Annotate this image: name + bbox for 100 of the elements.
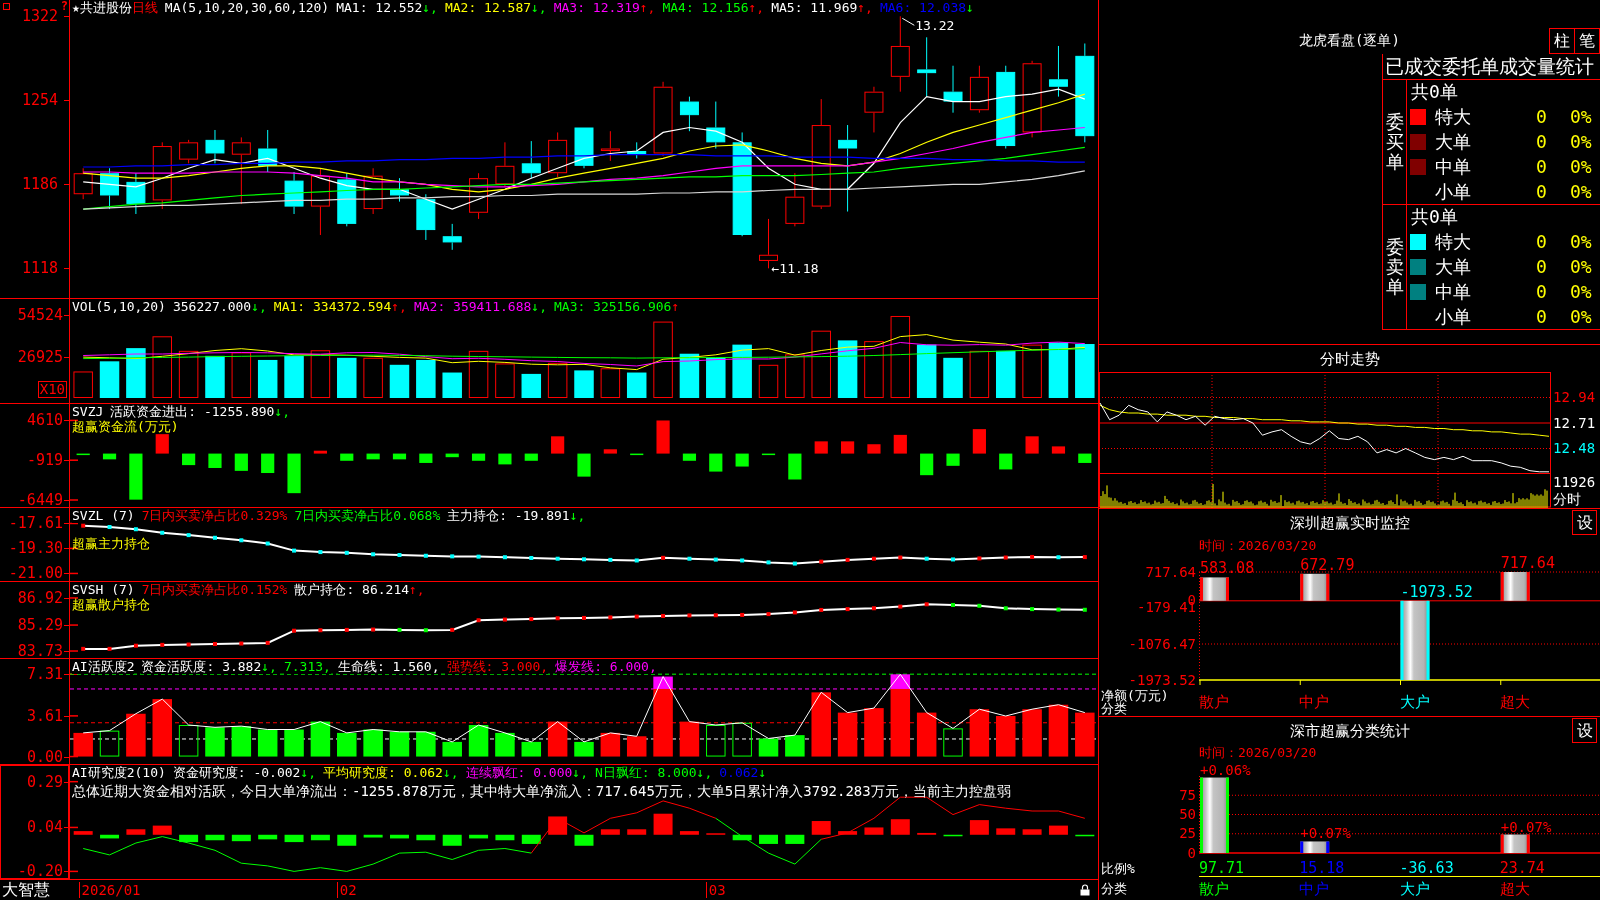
fund-flow-bar <box>287 453 301 494</box>
fund-flow-bar <box>999 453 1013 470</box>
order-count: 0 <box>1536 230 1547 253</box>
indicator-value: 资金研究度: -0.002 <box>172 765 301 780</box>
axis-label: 1254 <box>21 92 58 109</box>
brand-name: 大智慧 <box>2 881 50 899</box>
indicator-value: 活跃资金进出: -1255.890 <box>110 404 275 419</box>
line-marker <box>634 558 639 563</box>
candle <box>495 141 515 188</box>
date-label: 02 <box>336 882 357 898</box>
line-marker <box>318 550 323 555</box>
candle <box>442 223 462 251</box>
line-marker <box>529 555 534 560</box>
line-marker <box>81 646 86 651</box>
fund-flow-bar <box>182 453 196 466</box>
activity-bar <box>284 729 304 757</box>
candle <box>574 127 594 169</box>
analysis-text: 总体近期大资金相对活跃，今日大单净流出：-1255.878万元，其中特大单净流入：717.645万元，大单5日累计净入3792.283万元，当前主力控盘弱 <box>72 782 1011 800</box>
line-marker <box>186 642 191 647</box>
category-label: 散户 <box>1199 694 1229 710</box>
research-bar <box>442 834 462 846</box>
research-bar <box>732 834 752 841</box>
line-marker <box>476 618 481 623</box>
panel-title: 分时走势 <box>1319 349 1380 368</box>
research-bar <box>838 831 858 835</box>
activity-bar <box>547 721 568 757</box>
line-marker <box>107 525 112 529</box>
activity-bar <box>73 732 93 757</box>
fund-flow-bar <box>735 453 749 467</box>
research-bar <box>126 829 146 835</box>
order-total: 共0单 <box>1410 80 1458 104</box>
research-bar <box>521 834 541 844</box>
axis-label: 86.92 <box>17 589 63 606</box>
settings-button[interactable]: 设 <box>1572 718 1597 743</box>
mode-button[interactable]: 柱 <box>1549 28 1575 54</box>
volume-bar <box>916 344 937 398</box>
order-percent: 0% <box>1570 155 1592 178</box>
volume-bar <box>337 357 357 398</box>
research-bar <box>653 813 673 835</box>
line-marker <box>661 555 666 560</box>
activity-bar <box>468 725 489 757</box>
research-bar <box>600 829 620 835</box>
activity-bar <box>600 732 621 757</box>
line-marker <box>212 535 217 540</box>
research-bar <box>969 820 989 835</box>
fund-flow-bar <box>129 453 143 500</box>
activity-bar <box>310 721 331 757</box>
order-count: 0 <box>1536 130 1547 153</box>
fund-flow-bar <box>920 453 934 476</box>
volume-bar <box>732 344 752 398</box>
activity-bar <box>389 731 410 757</box>
mode-button[interactable]: 笔 <box>1574 28 1600 54</box>
settings-button[interactable]: 设 <box>1572 510 1597 535</box>
fund-flow-bar <box>893 434 907 454</box>
fund-flow-bar <box>261 453 275 473</box>
line-marker <box>344 627 349 632</box>
axis-label: 26925 <box>17 349 63 366</box>
indicator-name: VOL(5,10,20) <box>72 299 166 314</box>
line-marker <box>133 527 138 532</box>
square-icon <box>3 3 10 10</box>
axis-label: -6449 <box>17 492 63 508</box>
axis-label: 75 <box>1179 787 1196 803</box>
order-percent: 0% <box>1570 130 1592 153</box>
indicator-value: 7.313, <box>283 659 331 674</box>
axis-label: 3.61 <box>26 707 63 724</box>
axis-label: 1186 <box>21 176 58 193</box>
activity-bar <box>626 736 647 757</box>
indicator-value: MA(5,10,20,30,60,120) <box>164 0 330 15</box>
category-label: 大户 <box>1399 880 1430 897</box>
volume-bar <box>284 355 304 398</box>
fund-flow-bar <box>682 453 697 461</box>
category-label: 中户 <box>1299 880 1330 897</box>
volume-bar <box>416 359 436 398</box>
indicator-value: MA5: 11.969 <box>771 0 858 15</box>
line-marker <box>1082 555 1087 560</box>
order-count: 0 <box>1536 255 1547 278</box>
activity-bar <box>837 712 858 757</box>
fund-flow-bar <box>656 420 670 454</box>
activity-bar <box>416 731 436 757</box>
panel-title: 龙虎看盘(逐单) <box>1299 31 1400 50</box>
axis-title: 净额(万元) <box>1101 689 1169 702</box>
candle <box>152 141 172 210</box>
line-marker <box>555 556 560 561</box>
activity-bar <box>178 725 199 757</box>
side-label: 委买单 <box>1385 112 1404 172</box>
fund-flow-bar <box>155 434 169 454</box>
line-marker <box>1056 555 1061 560</box>
candle <box>258 129 278 173</box>
fund-flow-bar <box>1051 446 1066 454</box>
line-marker <box>397 627 402 632</box>
candle <box>469 172 489 220</box>
indicator-value: 散户持仓: 86.214 <box>294 582 410 597</box>
candle <box>100 167 120 210</box>
line-marker <box>529 617 534 622</box>
data-label: -1973.52 <box>1400 582 1473 601</box>
axis-label: 12.94 <box>1553 390 1596 405</box>
category-label: 超大 <box>1499 880 1530 897</box>
order-percent: 0% <box>1570 230 1592 253</box>
indicator-name: AI研究度2(10) <box>72 765 166 780</box>
volume-bar <box>837 340 858 398</box>
